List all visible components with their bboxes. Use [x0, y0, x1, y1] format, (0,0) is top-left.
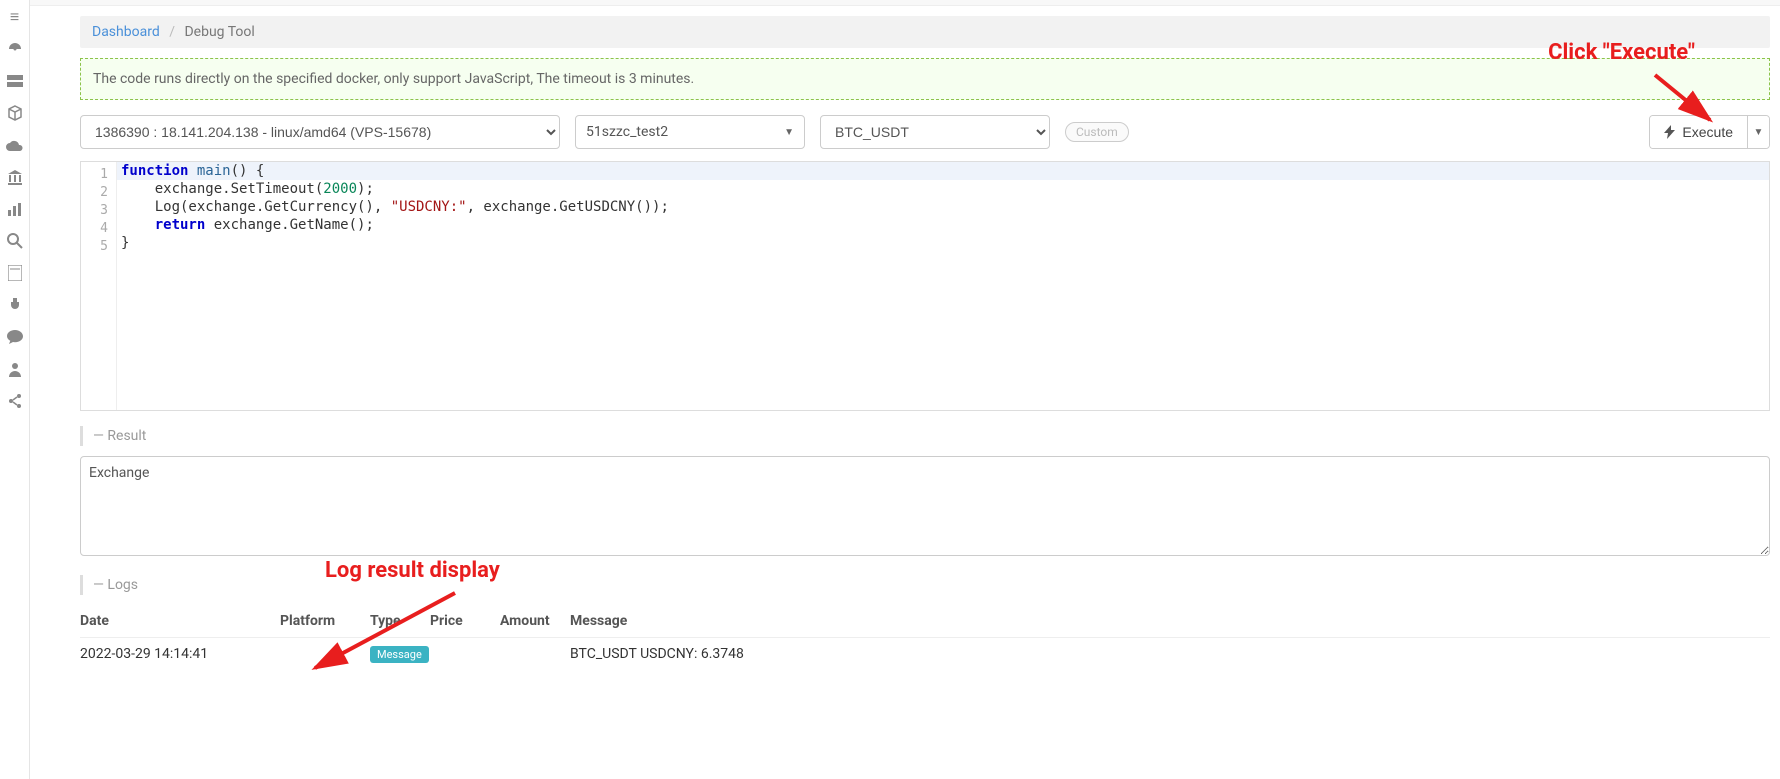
calc-icon[interactable] [6, 264, 24, 282]
breadcrumb-current: Debug Tool [184, 24, 254, 40]
col-type: Type [370, 613, 430, 629]
menu-icon[interactable]: ≡ [6, 8, 24, 26]
code-editor[interactable]: 1 2 3 4 5 function main() { exchange.Set… [80, 161, 1770, 411]
line-number: 1 [81, 166, 108, 184]
logs-label: — Logs [80, 575, 1770, 595]
result-output[interactable] [80, 456, 1770, 556]
symbol-select[interactable]: BTC_USDT [820, 115, 1050, 149]
log-price [430, 646, 500, 662]
chevron-down-icon: ▼ [784, 127, 794, 138]
line-number: 4 [81, 220, 108, 238]
col-platform: Platform [280, 613, 370, 629]
chat-icon[interactable] [6, 328, 24, 346]
log-date: 2022-03-29 14:14:41 [80, 646, 280, 662]
bank-icon[interactable] [6, 168, 24, 186]
strategy-value: 51szzc_test2 [586, 124, 668, 140]
code-line[interactable]: } [117, 234, 1769, 252]
breadcrumb: Dashboard / Debug Tool [80, 16, 1770, 48]
log-type: Message [370, 646, 430, 662]
execute-button-group: Execute ▼ [1649, 115, 1770, 149]
custom-toggle[interactable]: Custom [1065, 122, 1129, 142]
code-line[interactable]: Log(exchange.GetCurrency(), "USDCNY:", e… [117, 198, 1769, 216]
chart-icon[interactable] [6, 200, 24, 218]
logs-table: Date Platform Type Price Amount Message … [80, 605, 1770, 670]
col-message: Message [570, 613, 1770, 629]
user-icon[interactable] [6, 360, 24, 378]
code-line[interactable]: function main() { [117, 162, 1769, 180]
sidebar: ≡ [0, 0, 30, 779]
toolbar: 1386390 : 18.141.204.138 - linux/amd64 (… [80, 115, 1770, 149]
code-gutter: 1 2 3 4 5 [81, 162, 117, 410]
share-icon[interactable] [6, 392, 24, 410]
code-line[interactable]: return exchange.GetName(); [117, 216, 1769, 234]
line-number: 2 [81, 184, 108, 202]
breadcrumb-dashboard[interactable]: Dashboard [92, 24, 160, 40]
log-message: BTC_USDT USDCNY: 6.3748 [570, 646, 1770, 662]
docker-select[interactable]: 1386390 : 18.141.204.138 - linux/amd64 (… [80, 115, 560, 149]
result-label: — Result [80, 426, 1770, 446]
strategy-select[interactable]: 51szzc_test2 ▼ [575, 115, 805, 149]
search-icon[interactable] [6, 232, 24, 250]
main-content: Dashboard / Debug Tool The code runs dir… [30, 0, 1780, 779]
line-number: 5 [81, 238, 108, 256]
logs-header-row: Date Platform Type Price Amount Message [80, 605, 1770, 638]
execute-button[interactable]: Execute [1650, 116, 1747, 148]
cube-icon[interactable] [6, 104, 24, 122]
col-amount: Amount [500, 613, 570, 629]
table-row: 2022-03-29 14:14:41 Message BTC_USDT USD… [80, 638, 1770, 670]
info-banner: The code runs directly on the specified … [80, 58, 1770, 100]
code-body[interactable]: function main() { exchange.SetTimeout(20… [117, 162, 1769, 410]
code-line[interactable]: exchange.SetTimeout(2000); [117, 180, 1769, 198]
log-amount [500, 646, 570, 662]
plug-icon[interactable] [6, 296, 24, 314]
dashboard-icon[interactable] [6, 40, 24, 58]
cloud-icon[interactable] [6, 136, 24, 154]
log-platform [280, 646, 370, 662]
breadcrumb-sep: / [169, 24, 175, 40]
server-icon[interactable] [6, 72, 24, 90]
execute-label: Execute [1682, 124, 1733, 140]
line-number: 3 [81, 202, 108, 220]
type-badge: Message [370, 646, 429, 663]
col-price: Price [430, 613, 500, 629]
execute-dropdown[interactable]: ▼ [1747, 116, 1769, 148]
col-date: Date [80, 613, 280, 629]
lightning-icon [1664, 125, 1676, 139]
